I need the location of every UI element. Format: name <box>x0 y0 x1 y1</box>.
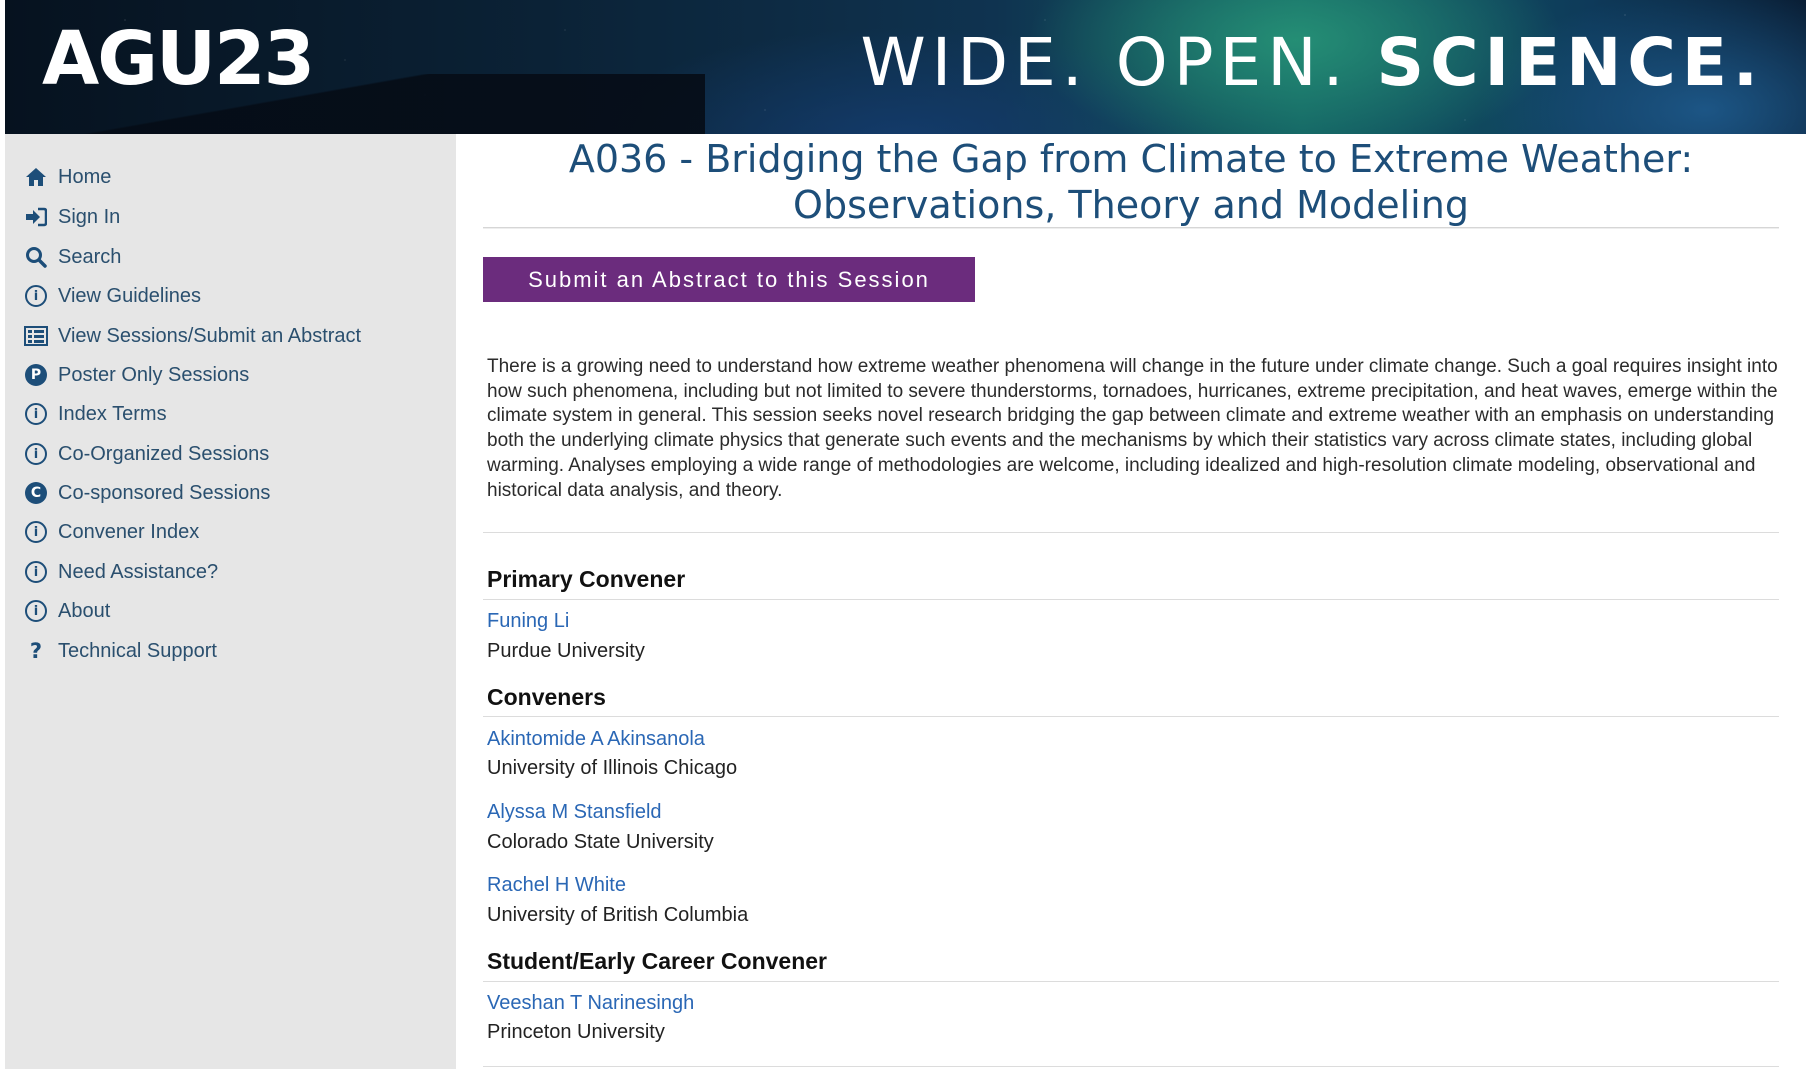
convener-name-link[interactable]: Funing Li <box>487 610 569 633</box>
tagline-wide-open: WIDE. OPEN. <box>860 24 1377 101</box>
divider <box>483 532 1779 533</box>
convener-affiliation: Princeton University <box>487 1021 665 1043</box>
info-icon: i <box>23 519 49 545</box>
sidebar-item-label: View Guidelines <box>58 284 202 307</box>
sidebar-item-need-assistance[interactable]: i Need Assistance? <box>23 557 218 587</box>
sidebar-item-view-sessions[interactable]: View Sessions/Submit an Abstract <box>23 321 361 351</box>
search-icon <box>23 244 49 270</box>
page: AGU23 WIDE. OPEN. SCIENCE. Home Sign In … <box>0 0 1806 1069</box>
convener-affiliation: Colorado State University <box>487 831 714 853</box>
sidebar-item-index-terms[interactable]: i Index Terms <box>23 399 167 429</box>
sign-in-icon <box>23 204 49 230</box>
tagline-science: SCIENCE. <box>1376 24 1764 101</box>
convener-name-link[interactable]: Alyssa M Stansfield <box>487 801 662 824</box>
sidebar-item-home[interactable]: Home <box>23 162 111 192</box>
sidebar-nav: Home Sign In Search i View Guidelines Vi… <box>5 134 456 1069</box>
info-icon: i <box>23 598 49 624</box>
divider <box>483 599 1779 600</box>
session-title: A036 - Bridging the Gap from Climate to … <box>483 134 1779 227</box>
session-title-line-2: Observations, Theory and Modeling <box>793 183 1469 227</box>
sidebar-item-label: Search <box>58 245 122 268</box>
sidebar-item-label: Poster Only Sessions <box>58 363 250 386</box>
submit-abstract-button[interactable]: Submit an Abstract to this Session <box>483 257 975 302</box>
list-icon <box>23 323 49 349</box>
sidebar-item-about[interactable]: i About <box>23 596 110 626</box>
divider <box>483 716 1779 717</box>
sidebar-item-convener-index[interactable]: i Convener Index <box>23 517 199 547</box>
sidebar-item-co-organized[interactable]: i Co-Organized Sessions <box>23 439 269 469</box>
divider <box>483 1066 1779 1067</box>
c-circle-icon: C <box>23 480 49 506</box>
main-content: A036 - Bridging the Gap from Climate to … <box>483 134 1779 1067</box>
info-icon: i <box>23 283 49 309</box>
convener-affiliation: University of British Columbia <box>487 904 749 926</box>
sidebar-item-label: Need Assistance? <box>58 560 219 583</box>
sidebar-item-label: Convener Index <box>58 520 200 543</box>
sidebar-item-label: Index Terms <box>58 402 167 425</box>
sidebar-item-label: Sign In <box>58 205 121 228</box>
sidebar-item-sign-in[interactable]: Sign In <box>23 202 120 232</box>
question-icon: ? <box>29 639 43 663</box>
convener-name-link[interactable]: Veeshan T Narinesingh <box>487 992 694 1015</box>
banner-tagline: WIDE. OPEN. SCIENCE. <box>861 30 1764 96</box>
convener-affiliation: Purdue University <box>487 640 645 662</box>
convener-name-link[interactable]: Akintomide A Akinsanola <box>487 728 705 751</box>
student-convener-heading: Student/Early Career Convener <box>487 948 828 974</box>
sidebar-item-co-sponsored[interactable]: C Co-sponsored Sessions <box>23 478 270 508</box>
convener-affiliation: University of Illinois Chicago <box>487 757 738 779</box>
p-circle-icon: P <box>23 362 49 388</box>
convener-name-link[interactable]: Rachel H White <box>487 874 626 897</box>
info-icon: i <box>23 441 49 467</box>
sidebar-item-view-guidelines[interactable]: i View Guidelines <box>23 281 201 311</box>
sidebar-item-label: Co-sponsored Sessions <box>58 481 271 504</box>
conveners-heading: Conveners <box>487 684 606 710</box>
agu23-logo[interactable]: AGU23 <box>42 22 315 96</box>
sidebar-item-poster-only[interactable]: P Poster Only Sessions <box>23 360 249 390</box>
home-icon <box>23 164 49 190</box>
sidebar-item-label: View Sessions/Submit an Abstract <box>58 324 362 347</box>
sidebar-item-label: About <box>58 599 111 622</box>
primary-convener-heading: Primary Convener <box>487 566 686 592</box>
sidebar-item-technical-support[interactable]: ? Technical Support <box>23 636 217 666</box>
sidebar-item-label: Home <box>58 165 112 188</box>
sidebar-item-search[interactable]: Search <box>23 242 121 272</box>
header-banner: AGU23 WIDE. OPEN. SCIENCE. <box>5 0 1806 134</box>
sidebar-item-label: Technical Support <box>58 639 217 662</box>
info-icon: i <box>23 401 49 427</box>
info-icon: i <box>23 559 49 585</box>
session-description: There is a growing need to understand ho… <box>487 356 1778 501</box>
divider <box>483 981 1779 982</box>
session-title-line-1: A036 - Bridging the Gap from Climate to … <box>568 137 1694 181</box>
sidebar-item-label: Co-Organized Sessions <box>58 442 270 465</box>
